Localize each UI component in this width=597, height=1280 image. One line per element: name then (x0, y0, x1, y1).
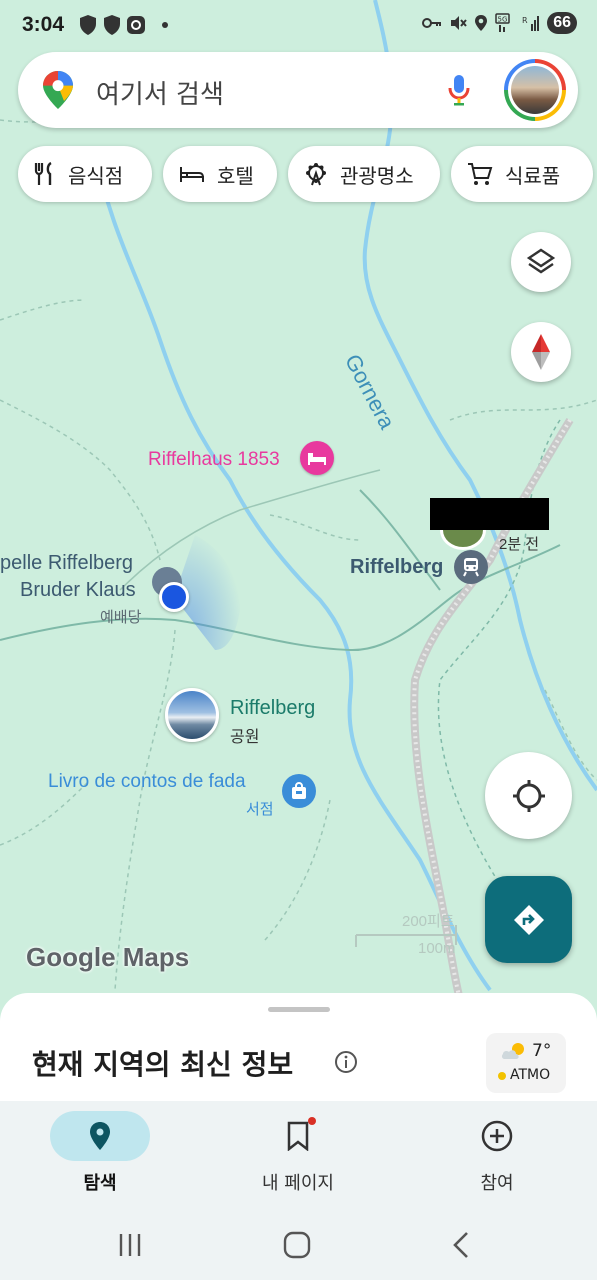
app-notification-icon (127, 16, 145, 34)
scale-label-100m: 100m (418, 940, 456, 957)
bottom-navigation: 탐색 내 페이지 참여 (0, 1101, 597, 1213)
bed-icon (179, 165, 205, 183)
microphone-icon[interactable] (448, 74, 470, 106)
nav-contribute[interactable]: 참여 (417, 1111, 577, 1195)
account-avatar[interactable] (504, 59, 566, 121)
directions-icon (513, 904, 544, 935)
category-chips: 음식점 호텔 관광명소 식료품 (18, 146, 597, 202)
notification-dot (308, 1117, 316, 1125)
home-icon[interactable] (283, 1231, 311, 1259)
chip-groceries[interactable]: 식료품 (451, 146, 593, 202)
status-right-icons: 5G R 66 (422, 12, 577, 34)
search-bar[interactable]: 여기서 검색 (18, 52, 578, 128)
bookmark-icon (287, 1121, 309, 1151)
crosshair-icon (512, 779, 545, 812)
add-circle-icon (481, 1120, 513, 1152)
bottom-sheet[interactable]: 현재 지역의 최신 정보 7° ATMO (0, 993, 597, 1101)
status-bar: 3:04 5G R 66 (0, 0, 597, 52)
back-icon[interactable] (452, 1231, 470, 1259)
partly-cloudy-icon (501, 1043, 524, 1059)
google-maps-pin-icon (43, 71, 73, 109)
nav-contribute-label: 참여 (480, 1173, 514, 1194)
nav-mypage[interactable]: 내 페이지 (218, 1111, 378, 1195)
svg-text:5G: 5G (498, 16, 508, 24)
battery-indicator: 66 (547, 12, 577, 34)
shopping-bag-icon (292, 782, 306, 799)
shield-icon (104, 15, 120, 35)
hotel-label[interactable]: Riffelhaus 1853 (148, 449, 280, 471)
status-time: 3:04 (22, 13, 65, 36)
google-maps-logo: Google Maps (26, 942, 190, 972)
system-navigation-bar (0, 1213, 597, 1280)
chapel-type-label: 예배당 (100, 609, 142, 626)
sheet-drag-handle[interactable] (268, 1007, 330, 1012)
time-ago-label: 2분 전 (499, 536, 540, 553)
info-icon[interactable] (334, 1050, 358, 1074)
chip-groceries-label: 식료품 (505, 163, 561, 188)
chip-attractions-label: 관광명소 (340, 163, 414, 188)
scale-label-200ft: 200피트 (402, 913, 455, 930)
svg-text:R: R (522, 16, 528, 25)
hotel-marker[interactable] (300, 441, 334, 475)
chip-hotels[interactable]: 호텔 (163, 146, 277, 202)
status-left-icons (78, 14, 146, 36)
chip-attractions[interactable]: 관광명소 (288, 146, 440, 202)
store-marker[interactable] (282, 774, 316, 808)
station-label[interactable]: Riffelberg (350, 556, 443, 579)
layers-button[interactable] (511, 232, 571, 292)
chip-restaurants[interactable]: 음식점 (18, 146, 152, 202)
avatar-ring-inner (508, 63, 562, 117)
signal-5g-icon: 5G (495, 13, 510, 32)
compass-icon (532, 334, 550, 370)
shield-icon (80, 15, 96, 35)
nav-explore-pill (50, 1111, 150, 1161)
location-pin-icon (90, 1122, 110, 1150)
directions-button[interactable] (485, 876, 572, 963)
weather-widget[interactable]: 7° ATMO (486, 1033, 566, 1093)
compass-button[interactable] (511, 322, 571, 382)
sheet-title: 현재 지역의 최신 정보 (32, 1048, 294, 1081)
chapel-label-line1[interactable]: pelle Riffelberg (0, 552, 133, 575)
layers-icon (526, 248, 556, 274)
fork-knife-icon (34, 162, 56, 186)
current-location-dot (159, 582, 189, 612)
air-quality-dot (498, 1072, 506, 1080)
location-icon (475, 15, 488, 31)
status-dot (162, 22, 168, 28)
cart-icon (467, 162, 493, 186)
train-icon (463, 558, 479, 577)
air-quality-label: ATMO (510, 1067, 551, 1083)
weather-temp: 7° (532, 1041, 552, 1061)
bed-icon (308, 453, 326, 465)
nav-mypage-pill (248, 1111, 348, 1161)
nav-mypage-label: 내 페이지 (262, 1173, 334, 1194)
avatar-photo (511, 66, 559, 114)
park-type-label: 공원 (230, 729, 260, 746)
chip-hotels-label: 호텔 (217, 163, 254, 188)
ferris-wheel-icon (304, 162, 328, 186)
my-location-button[interactable] (485, 752, 572, 839)
key-icon (422, 18, 442, 28)
park-name-label[interactable]: Riffelberg (230, 697, 315, 720)
chip-restaurants-label: 음식점 (68, 163, 124, 188)
signal-bars-icon: R (522, 16, 540, 31)
station-marker[interactable] (454, 550, 488, 584)
nav-explore[interactable]: 탐색 (20, 1111, 180, 1195)
nav-contribute-pill (447, 1111, 547, 1161)
redacted-box (430, 498, 549, 530)
recent-apps-icon[interactable] (118, 1233, 142, 1257)
search-input[interactable]: 여기서 검색 (96, 74, 224, 111)
mute-icon (451, 16, 467, 30)
nav-explore-label: 탐색 (83, 1173, 117, 1194)
store-type-label: 서점 (246, 801, 274, 818)
park-photo-marker[interactable] (165, 688, 219, 742)
chapel-label-line2[interactable]: Bruder Klaus (20, 579, 136, 602)
store-name-label[interactable]: Livro de contos de fada (48, 771, 246, 793)
